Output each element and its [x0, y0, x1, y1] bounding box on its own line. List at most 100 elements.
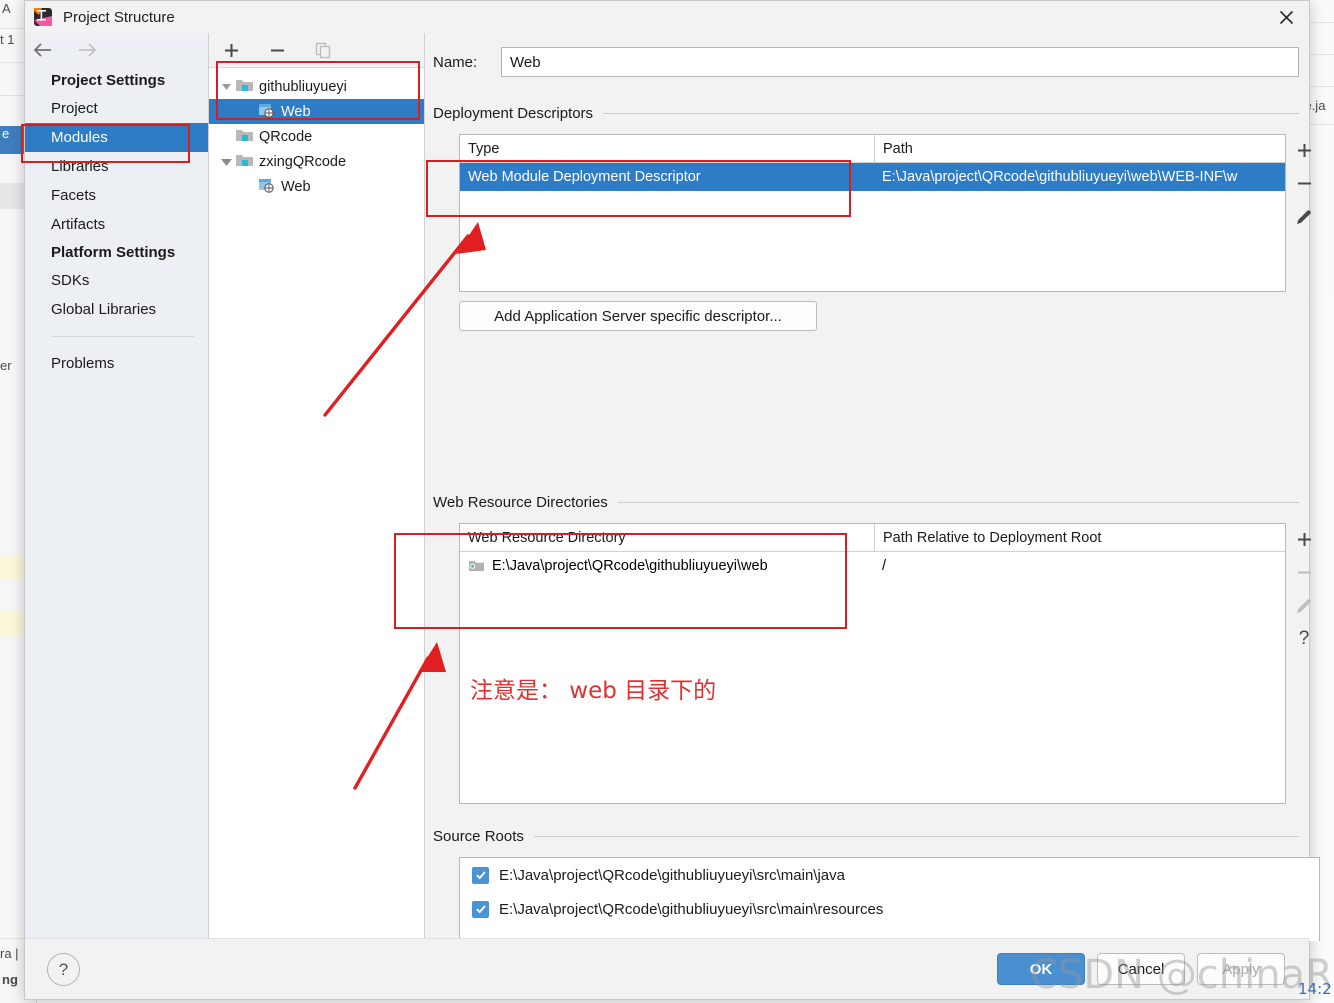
sidebar-item-sdks[interactable]: SDKs — [25, 266, 208, 295]
cell-web-resource-directory: E:\Java\project\QRcode\githubliuyueyi\we… — [460, 552, 874, 580]
dialog-title: Project Structure — [63, 8, 175, 26]
web-resource-directories-table[interactable]: Web Resource Directory Path Relative to … — [459, 523, 1286, 804]
intellij-idea-icon — [33, 7, 53, 27]
section-rule — [533, 836, 1299, 837]
section-rule — [603, 113, 1299, 114]
web-facet-icon — [257, 177, 276, 197]
deployment-descriptors-table[interactable]: Type Path Web Module Deployment Descript… — [459, 134, 1286, 292]
tree-node-label: Web — [281, 103, 311, 120]
section-title: Web Resource Directories — [433, 494, 608, 511]
tree-node-zxingqrcode[interactable]: zxingQRcode — [209, 149, 424, 174]
sidebar-item-global-libraries[interactable]: Global Libraries — [25, 295, 208, 324]
module-folder-icon — [235, 77, 254, 97]
nav-group-project-settings: Project Settings — [51, 72, 166, 89]
column-header-web-resource-directory[interactable]: Web Resource Directory — [460, 524, 874, 551]
web-resource-directories-section-header: Web Resource Directories — [433, 494, 1299, 511]
section-title: Deployment Descriptors — [433, 105, 594, 122]
sidebar-item-facets[interactable]: Facets — [25, 181, 208, 210]
nav-history-toolbar — [25, 33, 208, 67]
check-icon[interactable] — [472, 866, 489, 884]
tree-node-label: QRcode — [259, 128, 313, 145]
add-app-server-descriptor-label: Add Application Server specific descript… — [494, 307, 782, 325]
ide-text-fragment: e — [2, 126, 10, 141]
column-header-type[interactable]: Type — [460, 135, 874, 162]
arrow-right-icon[interactable] — [73, 38, 101, 62]
help-icon[interactable]: ? — [47, 953, 80, 986]
module-settings-content: Name: Deployment Descriptors Type Path W… — [425, 33, 1320, 941]
table-header-row: Type Path — [460, 135, 1285, 163]
tree-node-label: githubliuyueyi — [259, 78, 347, 95]
tree-node-qrcode[interactable]: QRcode — [209, 124, 424, 149]
section-rule — [617, 502, 1299, 503]
web-resource-side-toolbar: ? — [1286, 523, 1322, 655]
column-header-path[interactable]: Path — [874, 135, 1285, 162]
module-name-row: Name: — [433, 47, 1299, 77]
ide-highlight-mark — [0, 612, 26, 636]
plus-icon[interactable] — [221, 40, 241, 60]
cell-text: E:\Java\project\QRcode\githubliuyueyi\we… — [492, 558, 768, 574]
column-header-path-relative[interactable]: Path Relative to Deployment Root — [874, 524, 1285, 551]
sidebar-item-libraries[interactable]: Libraries — [25, 152, 208, 181]
module-folder-icon — [235, 152, 254, 172]
source-root-label: E:\Java\project\QRcode\githubliuyueyi\sr… — [499, 866, 845, 884]
source-root-label: E:\Java\project\QRcode\githubliuyueyi\sr… — [499, 900, 884, 918]
minus-icon[interactable] — [267, 40, 287, 60]
tree-node-githubliuyueyi[interactable]: githubliuyueyi — [209, 74, 424, 99]
dialog-action-buttons: OK Cancel Apply — [997, 953, 1285, 985]
list-item[interactable]: E:\Java\project\QRcode\githubliuyueyi\sr… — [460, 892, 1319, 926]
close-icon[interactable] — [1263, 1, 1309, 33]
folder-icon — [468, 559, 485, 573]
list-item[interactable]: E:\Java\project\QRcode\githubliuyueyi\sr… — [460, 858, 1319, 892]
module-name-input[interactable] — [501, 47, 1299, 77]
taskbar-clock: 14:2 — [1298, 980, 1332, 998]
settings-nav-pane: Project Settings Project Modules Librari… — [25, 33, 209, 941]
deployment-descriptors-section-header: Deployment Descriptors — [433, 105, 1299, 122]
module-tree-pane: githubliuyueyi Web QRcode zxingQRcode We… — [209, 33, 425, 941]
sidebar-item-project[interactable]: Project — [25, 94, 208, 123]
edit-descriptor-button[interactable] — [1286, 200, 1322, 233]
nav-separator — [51, 336, 194, 337]
deployment-side-toolbar — [1286, 134, 1322, 233]
remove-web-resource-button — [1286, 556, 1322, 589]
sidebar-item-modules[interactable]: Modules — [25, 123, 208, 152]
tree-node-web-zxingqrcode[interactable]: Web — [209, 174, 424, 199]
cell-type: Web Module Deployment Descriptor — [468, 169, 701, 185]
ok-button[interactable]: OK — [997, 953, 1085, 985]
module-tree-toolbar — [209, 33, 424, 68]
nav-group-platform-settings: Platform Settings — [51, 244, 176, 261]
module-name-label: Name: — [433, 53, 478, 71]
annotation-note-text: 注意是： web 目录下的 — [470, 678, 717, 704]
edit-web-resource-button — [1286, 589, 1322, 622]
sidebar-item-artifacts[interactable]: Artifacts — [25, 210, 208, 239]
table-row[interactable]: E:\Java\project\QRcode\githubliuyueyi\we… — [460, 552, 1285, 580]
ide-highlight-mark — [0, 556, 26, 580]
copy-icon — [313, 40, 333, 60]
cell-path: E:\Java\project\QRcode\githubliuyueyi\we… — [882, 169, 1238, 185]
chevron-down-icon[interactable] — [217, 81, 235, 92]
ide-text-fragment: ra | — [0, 946, 19, 961]
cell-relative-path: / — [882, 558, 887, 574]
sidebar-item-problems[interactable]: Problems — [25, 349, 208, 378]
tree-node-web-githubliuyueyi[interactable]: Web — [209, 99, 424, 124]
web-resource-help-button[interactable]: ? — [1286, 622, 1322, 655]
check-icon[interactable] — [472, 900, 489, 918]
add-descriptor-button[interactable] — [1286, 134, 1322, 167]
table-row[interactable]: Web Module Deployment Descriptor E:\Java… — [460, 163, 1285, 191]
tree-node-label: zxingQRcode — [259, 153, 347, 170]
arrow-left-icon[interactable] — [29, 38, 57, 62]
section-title: Source Roots — [433, 828, 524, 845]
project-structure-dialog: Project Structure Project Settings Proje… — [24, 0, 1320, 1000]
table-header-row: Web Resource Directory Path Relative to … — [460, 524, 1285, 552]
apply-button: Apply — [1197, 953, 1285, 985]
add-web-resource-button[interactable] — [1286, 523, 1322, 556]
ide-text-fragment: t 1 — [0, 32, 15, 47]
ide-text-fragment: ng — [2, 972, 18, 987]
module-folder-icon — [235, 127, 254, 147]
add-app-server-descriptor-button[interactable]: Add Application Server specific descript… — [459, 301, 817, 331]
source-roots-section-header: Source Roots — [433, 828, 1299, 845]
dialog-titlebar: Project Structure — [25, 1, 1309, 33]
remove-descriptor-button[interactable] — [1286, 167, 1322, 200]
cancel-button[interactable]: Cancel — [1097, 953, 1185, 985]
source-roots-list[interactable]: E:\Java\project\QRcode\githubliuyueyi\sr… — [459, 857, 1320, 941]
chevron-down-icon[interactable] — [217, 155, 235, 168]
